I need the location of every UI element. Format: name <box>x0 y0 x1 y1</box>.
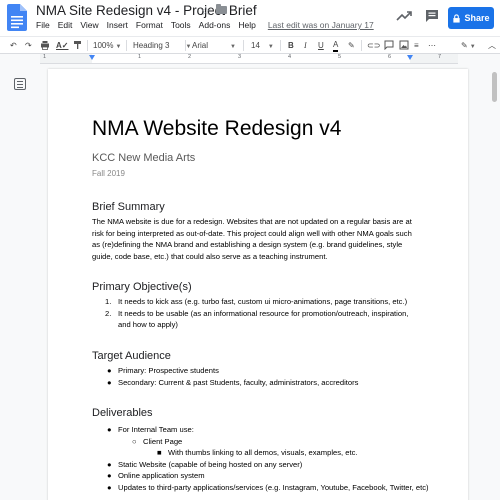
list-item: 2. It needs to be usable (as an informat… <box>105 308 409 331</box>
list-item-text: Static Website (capable of being hosted … <box>118 459 303 469</box>
ruler-number: 1 <box>43 54 47 60</box>
list-item-text: For Internal Team use: <box>118 425 194 434</box>
list-item-text: It needs to kick ass (e.g. turbo fast, c… <box>118 297 408 306</box>
font-select[interactable]: Arial ▼ <box>192 40 236 52</box>
target-audience-heading: Target Audience <box>92 350 171 362</box>
list-item: ● Primary: Prospective students <box>107 366 219 375</box>
right-indent-marker[interactable] <box>407 55 413 60</box>
menu-format[interactable]: Format <box>136 20 163 30</box>
menu-edit[interactable]: Edit <box>58 20 73 30</box>
doc-date: Fall 2019 <box>92 169 125 178</box>
google-docs-logo-icon[interactable] <box>7 4 27 31</box>
list-item: ○ Client Page <box>132 436 183 446</box>
ruler[interactable]: 1 1 2 3 4 5 6 7 <box>40 54 458 64</box>
menu-file[interactable]: File <box>36 20 50 30</box>
font-size-value: 14 <box>251 41 260 50</box>
document-outline-icon[interactable] <box>14 78 26 90</box>
list-item-text: Primary: Prospective students <box>118 366 219 375</box>
italic-icon[interactable]: I <box>304 40 307 52</box>
objectives-list: 1. It needs to kick ass (e.g. turbo fast… <box>105 296 409 331</box>
folder-icon[interactable] <box>216 4 227 14</box>
ruler-number: 6 <box>388 54 392 60</box>
title-bar: NMA Site Redesign v4 - Project Brief ☆ F… <box>0 0 500 36</box>
paragraph-style-select[interactable]: Heading 3 ▼ <box>133 40 191 52</box>
ruler-number: 7 <box>438 54 442 60</box>
list-item-text: With thumbs linking to all demos, visual… <box>168 448 358 457</box>
menu-insert[interactable]: Insert <box>107 20 128 30</box>
left-indent-marker[interactable] <box>89 55 95 60</box>
editing-mode-icon[interactable]: ✎ ▼ <box>461 40 476 52</box>
doc-title-heading: NMA Website Redesign v4 <box>92 117 342 140</box>
menu-view[interactable]: View <box>80 20 98 30</box>
scrollbar-track[interactable] <box>490 69 500 500</box>
comment-icon[interactable] <box>424 8 440 24</box>
paragraph-line: risk for being interpreted as out-of-dat… <box>92 228 412 238</box>
star-icon[interactable]: ☆ <box>200 3 212 19</box>
list-item: ■ With thumbs linking to all demos, visu… <box>157 448 358 457</box>
list-item: 1. It needs to kick ass (e.g. turbo fast… <box>105 296 408 308</box>
menu-add-ons[interactable]: Add-ons <box>199 20 231 30</box>
scrollbar-thumb[interactable] <box>492 72 497 102</box>
highlight-icon[interactable]: ✎ <box>348 40 355 52</box>
list-item: ● For Internal Team use: <box>107 425 194 434</box>
brief-summary-heading: Brief Summary <box>92 201 165 213</box>
lock-icon <box>453 13 461 23</box>
font-value: Arial <box>192 41 209 50</box>
image-icon[interactable] <box>399 40 409 52</box>
zoom-value: 100% <box>93 41 114 50</box>
paragraph-line: as (re)defining the NMA brand and establ… <box>92 240 403 249</box>
toolbar: ↶ ↷ A✓ 100% ▼ Heading 3 ▼ Arial ▼ 14 ▼ B I U… <box>0 36 500 54</box>
spellcheck-icon[interactable]: A✓ <box>56 40 68 52</box>
paint-format-icon[interactable] <box>73 40 83 52</box>
audience-list: ● Primary: Prospective students ● Second… <box>106 365 358 388</box>
list-item-text: Secondary: Current & past Students, facu… <box>118 377 359 387</box>
share-button[interactable]: Share <box>448 7 494 29</box>
list-number: 1. <box>105 297 112 306</box>
menu-help[interactable]: Help <box>238 20 255 30</box>
align-left-icon[interactable]: ≡ <box>414 40 419 52</box>
ruler-number: 4 <box>288 54 292 60</box>
list-item: ● Updates to third-party applications/se… <box>107 482 429 492</box>
print-icon[interactable] <box>40 40 50 52</box>
more-icon[interactable]: ⋯ <box>428 40 436 52</box>
list-item-text: and how to apply) <box>118 320 178 329</box>
list-item-text: It needs to be usable (as an information… <box>118 308 409 318</box>
deliverables-heading: Deliverables <box>92 407 153 419</box>
paragraph-line: The NMA website is due for a redesign. W… <box>92 217 412 226</box>
last-edit-link[interactable]: Last edit was on January 17 <box>268 20 374 30</box>
undo-icon[interactable]: ↶ <box>10 40 17 52</box>
share-label: Share <box>464 13 490 23</box>
document-page[interactable]: NMA Website Redesign v4 KCC New Media Ar… <box>48 69 468 500</box>
menu-bar: File Edit View Insert Format Tools Add-o… <box>36 20 382 30</box>
doc-subtitle: KCC New Media Arts <box>92 152 196 164</box>
redo-icon[interactable]: ↷ <box>25 40 32 52</box>
list-item: ● Online application system <box>107 471 205 480</box>
list-number: 2. <box>105 308 112 318</box>
list-item-text: Client Page <box>143 436 183 446</box>
ruler-number: 5 <box>338 54 342 60</box>
underline-icon[interactable]: U <box>318 40 324 52</box>
list-item: ● Secondary: Current & past Students, fa… <box>107 377 359 387</box>
insert-comment-icon[interactable] <box>384 40 394 52</box>
bold-icon[interactable]: B <box>288 40 294 52</box>
paragraph-line: guide, code base, etc.) that could also … <box>92 251 328 261</box>
list-item-text: Updates to third-party applications/serv… <box>118 482 429 492</box>
deliverables-list: ● For Internal Team use: ○ Client Page ■… <box>106 424 429 493</box>
list-item: ● Static Website (capable of being hoste… <box>107 459 303 469</box>
style-value: Heading 3 <box>133 41 170 50</box>
ruler-number: 1 <box>138 54 142 60</box>
collapse-menu-icon[interactable]: ︿ <box>488 40 496 52</box>
activity-trend-icon[interactable] <box>396 8 412 24</box>
zoom-select[interactable]: 100% ▼ <box>93 40 121 52</box>
objectives-heading: Primary Objective(s) <box>92 281 192 293</box>
text-color-icon[interactable]: A <box>333 40 339 52</box>
ruler-number: 3 <box>238 54 242 60</box>
menu-tools[interactable]: Tools <box>171 20 191 30</box>
ruler-number: 2 <box>188 54 192 60</box>
font-size-select[interactable]: 14 ▼ <box>251 40 274 52</box>
list-item-text: Online application system <box>118 471 205 480</box>
link-icon[interactable]: ⊂⊃ <box>367 40 380 52</box>
brief-summary-paragraph: The NMA website is due for a redesign. W… <box>92 216 432 262</box>
